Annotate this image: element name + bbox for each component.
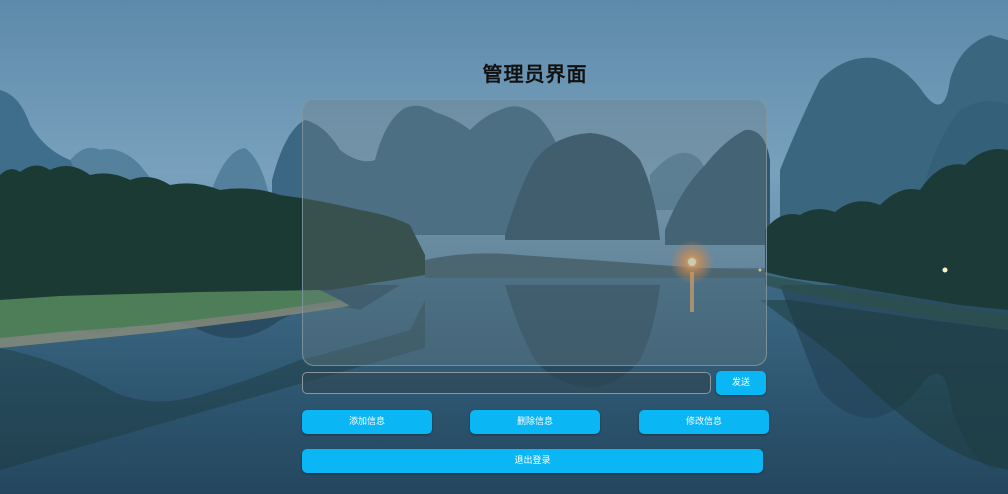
add-info-button[interactable]: 添加信息 — [302, 410, 432, 434]
delete-info-button[interactable]: 删除信息 — [470, 410, 600, 434]
page-title: 管理员界面 — [482, 62, 588, 86]
message-input[interactable] — [302, 372, 711, 394]
send-button[interactable]: 发送 — [716, 371, 766, 395]
modify-info-button[interactable]: 修改信息 — [639, 410, 769, 434]
logout-button[interactable]: 退出登录 — [302, 449, 763, 473]
message-display-panel[interactable] — [302, 99, 767, 366]
admin-page: 管理员界面 发送 添加信息 删除信息 修改信息 退出登录 — [0, 0, 1008, 494]
